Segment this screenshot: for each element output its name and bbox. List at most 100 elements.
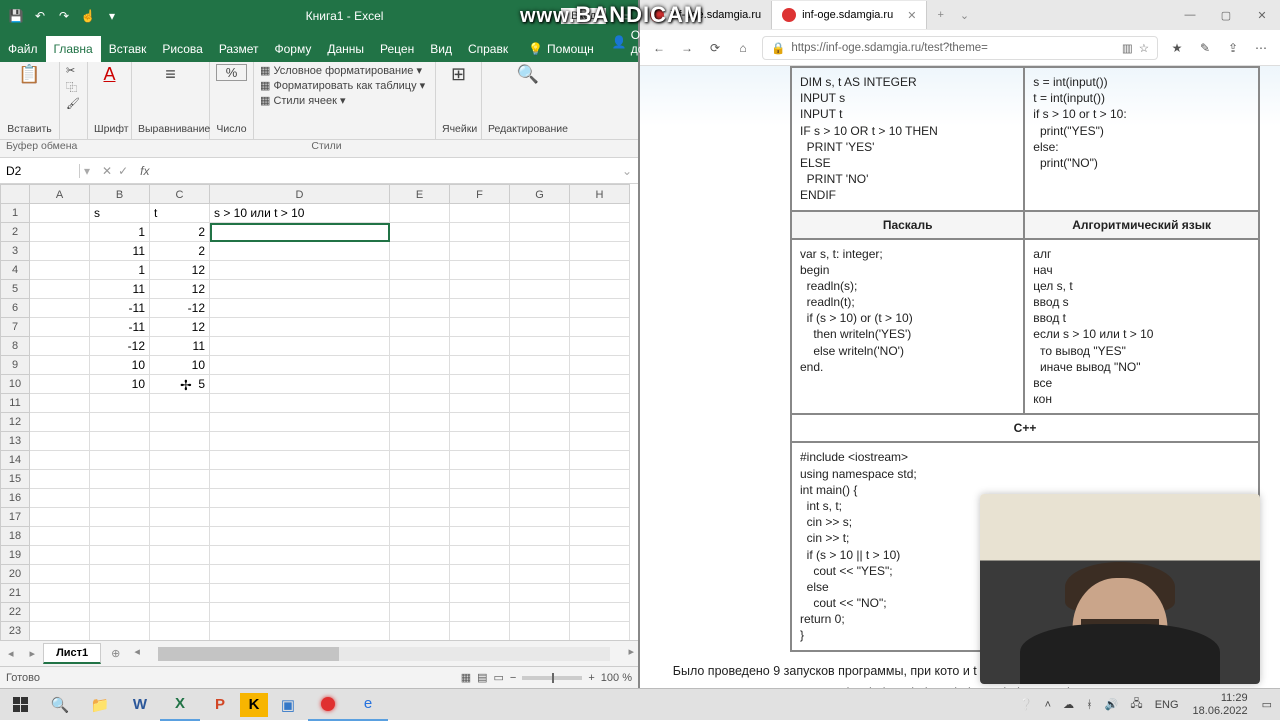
enter-formula-icon[interactable]: ✓	[118, 164, 128, 178]
name-box[interactable]: D2	[0, 164, 80, 178]
bluetooth-icon[interactable]: ᚼ	[1084, 699, 1095, 711]
column-headers[interactable]: A B C D E F G H	[30, 184, 630, 204]
close-tab-icon[interactable]: ✕	[907, 9, 916, 22]
clock-time[interactable]: 11:29	[1219, 692, 1250, 704]
minimize-icon[interactable]: —	[1172, 9, 1208, 22]
tab-data[interactable]: Данны	[319, 36, 372, 62]
font-icon[interactable]: A	[94, 64, 125, 85]
zoom-level[interactable]: 100 %	[601, 672, 632, 684]
fx-icon[interactable]: fx	[136, 164, 153, 178]
search-icon[interactable]: 🔍	[40, 689, 80, 721]
zoom-in-icon[interactable]: +	[588, 672, 594, 684]
view-pagebreak-icon[interactable]: ▭	[494, 671, 504, 684]
tab-help[interactable]: Справк	[460, 36, 516, 62]
app-k-icon[interactable]: K	[240, 693, 268, 717]
reader-icon[interactable]: ▥	[1122, 41, 1133, 55]
number-icon[interactable]: %	[216, 64, 247, 81]
zoom-slider[interactable]	[522, 676, 582, 680]
scroll-right-icon[interactable]: ▸	[624, 645, 638, 663]
forward-icon[interactable]: →	[678, 41, 696, 55]
font-label: Шрифт	[94, 123, 125, 137]
cells-icon[interactable]: ⊞	[442, 64, 475, 85]
add-sheet-icon[interactable]: ⊕	[101, 647, 130, 660]
close-icon[interactable]: ✕	[1244, 9, 1280, 22]
tab-home[interactable]: Главна	[46, 36, 101, 62]
bookmark-icon[interactable]: ☆	[1139, 41, 1149, 55]
formula-input[interactable]	[154, 164, 616, 178]
tab-review[interactable]: Рецен	[372, 36, 422, 62]
align-icon[interactable]: ≡	[138, 64, 203, 85]
copy-icon[interactable]: ⿻	[66, 79, 81, 95]
namebox-dropdown-icon[interactable]: ▾	[80, 164, 94, 178]
cond-format-button[interactable]: ▦ Условное форматирование ▾	[260, 64, 429, 77]
clock-date[interactable]: 18.06.2022	[1191, 705, 1250, 717]
format-table-button[interactable]: ▦ Форматировать как таблицу ▾	[260, 79, 429, 92]
tab-draw[interactable]: Рисова	[154, 36, 210, 62]
home-icon[interactable]: ⌂	[734, 41, 752, 55]
powerpoint-icon[interactable]: P	[200, 689, 240, 721]
view-normal-icon[interactable]: ▦	[461, 671, 471, 684]
notes-icon[interactable]: ✎	[1196, 41, 1214, 55]
touch-mode-icon[interactable]: ☝	[80, 8, 96, 24]
cloud-icon[interactable]: ☁	[1061, 698, 1076, 711]
dev-ide-icon[interactable]: ▣	[268, 689, 308, 721]
cancel-formula-icon[interactable]: ✕	[102, 164, 112, 178]
browser-tab-2[interactable]: inf-oge.sdamgia.ru✕	[772, 1, 927, 29]
sheet-nav-prev-icon[interactable]: ◂	[0, 647, 22, 660]
zoom-out-icon[interactable]: −	[510, 672, 516, 684]
find-icon[interactable]: 🔍	[488, 64, 568, 85]
grid-body[interactable]: 1sts > 10 или t > 1021231124112511126-11…	[0, 204, 630, 640]
format-painter-icon[interactable]: 🖌	[66, 97, 81, 110]
edge-icon[interactable]: e	[348, 689, 388, 721]
file-explorer-icon[interactable]: 📁	[80, 689, 120, 721]
back-icon[interactable]: ←	[650, 41, 668, 55]
word-icon[interactable]: W	[120, 689, 160, 721]
undo-icon[interactable]: ↶	[32, 8, 48, 24]
tab-formulas[interactable]: Форму	[266, 36, 319, 62]
address-bar[interactable]: 🔒 https://inf-oge.sdamgia.ru/test?theme=…	[762, 36, 1158, 60]
code-python: s = int(input()) t = int(input()) if s >…	[1033, 74, 1250, 171]
tray-expand-icon[interactable]: ˄	[1043, 699, 1053, 711]
excel-window: 💾 ↶ ↷ ☝ ▾ Книга1 - Excel Вход ▭ Файл Гла…	[0, 0, 640, 688]
code-pascal: var s, t: integer; begin readln(s); read…	[800, 246, 1015, 376]
help-tray-icon[interactable]: ❔	[1017, 698, 1035, 711]
sheet-nav-next-icon[interactable]: ▸	[22, 647, 44, 660]
qat-more-icon[interactable]: ▾	[104, 8, 120, 24]
system-tray: ❔ ˄ ☁ ᚼ 🔊 🖧 ENG 11:29 18.06.2022 ▭	[1017, 692, 1280, 716]
new-tab-icon[interactable]: +	[927, 9, 953, 21]
reload-icon[interactable]: ⟳	[706, 41, 724, 55]
view-layout-icon[interactable]: ▤	[477, 671, 487, 684]
formula-expand-icon[interactable]: ⌄	[616, 164, 638, 178]
excel-icon[interactable]: X	[160, 689, 200, 721]
notifications-icon[interactable]: ▭	[1260, 698, 1274, 711]
tell-me[interactable]: 💡 Помощн	[520, 36, 602, 62]
menu-icon[interactable]: ⋯	[1252, 41, 1270, 55]
redo-icon[interactable]: ↷	[56, 8, 72, 24]
select-all-corner[interactable]	[0, 184, 30, 204]
save-icon[interactable]: 💾	[8, 8, 24, 24]
hscrollbar[interactable]	[158, 647, 611, 661]
tabs-dropdown-icon[interactable]: ⌄	[954, 9, 975, 22]
favorites-icon[interactable]: ★	[1168, 41, 1186, 55]
start-button[interactable]	[0, 689, 40, 721]
doc-title: Книга1 - Excel	[128, 9, 561, 23]
tab-layout[interactable]: Размет	[211, 36, 267, 62]
network-icon[interactable]: 🖧	[1128, 695, 1144, 714]
volume-icon[interactable]: 🔊	[1103, 698, 1121, 711]
cell-styles-button[interactable]: ▦ Стили ячеек ▾	[260, 94, 429, 107]
cut-icon[interactable]: ✂	[66, 64, 81, 77]
status-text: Готово	[6, 672, 40, 684]
tab-view[interactable]: Вид	[422, 36, 460, 62]
tab-insert[interactable]: Вставк	[101, 36, 155, 62]
paste-icon[interactable]: 📋	[6, 64, 53, 85]
formula-bar: D2 ▾ ✕ ✓ fx ⌄	[0, 158, 638, 184]
maximize-icon[interactable]: ▢	[1208, 9, 1244, 22]
clipboard-group-label: Буфер обмена	[6, 140, 77, 157]
sheet-tab[interactable]: Лист1	[43, 643, 101, 664]
recording-icon[interactable]	[308, 689, 348, 721]
scroll-left-icon[interactable]: ◂	[130, 645, 144, 663]
share-icon[interactable]: ⇪	[1224, 41, 1242, 55]
tab-file[interactable]: Файл	[0, 36, 46, 62]
browser-tabbar: inf-oge.sdamgia.ru inf-oge.sdamgia.ru✕ +…	[640, 0, 1280, 30]
lang-indicator[interactable]: ENG	[1153, 699, 1181, 711]
